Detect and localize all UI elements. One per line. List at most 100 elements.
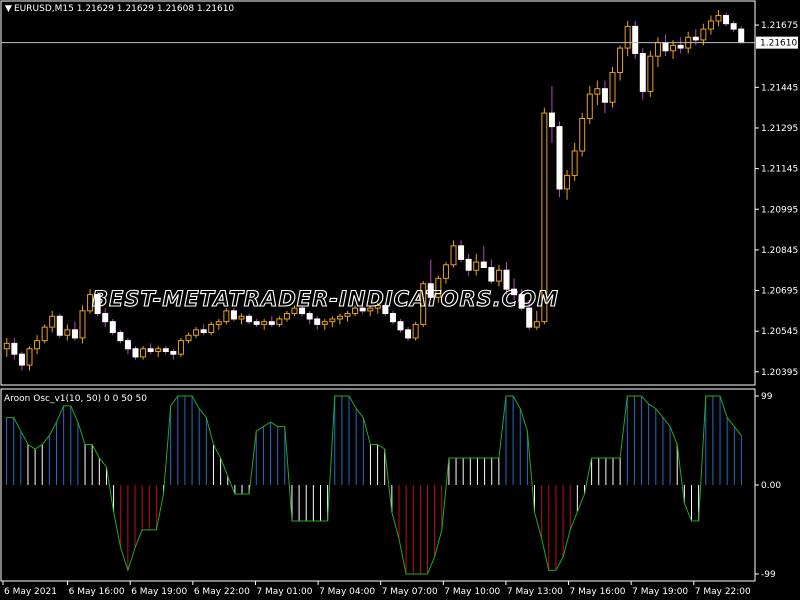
candle-body bbox=[306, 313, 313, 320]
candle-body bbox=[140, 348, 147, 358]
candle-body bbox=[109, 321, 116, 334]
candle-body bbox=[329, 318, 336, 323]
candle-body bbox=[26, 348, 33, 366]
candle-body bbox=[162, 348, 169, 352]
price-tick-label: 1.20395 bbox=[761, 368, 798, 378]
candle-body bbox=[586, 93, 593, 119]
candle-body bbox=[185, 334, 192, 342]
candle-body bbox=[397, 321, 404, 331]
price-tick-label: 1.20845 bbox=[761, 246, 798, 256]
candle-body bbox=[56, 315, 63, 336]
candle-body bbox=[654, 42, 661, 57]
candle-body bbox=[283, 313, 290, 320]
candle-body bbox=[208, 323, 215, 334]
candle-body bbox=[64, 329, 71, 336]
candle-body bbox=[49, 315, 56, 328]
candle-body bbox=[488, 267, 495, 282]
candle-body bbox=[261, 321, 268, 325]
price-tick-label: 1.20545 bbox=[761, 327, 798, 337]
time-axis: 6 May 2021 6 May 16:00 6 May 19:00 6 May 22… bbox=[2, 581, 751, 597]
candle-body bbox=[609, 71, 616, 103]
trading-chart[interactable]: 1.21610 ▼ EURUSD,M15 1.21629 1.21629 1.2… bbox=[0, 0, 800, 600]
candle-body bbox=[405, 329, 412, 339]
candle-body bbox=[11, 342, 18, 355]
candle-body bbox=[155, 348, 162, 352]
osc-tick-label: -99 bbox=[761, 570, 776, 580]
time-tick-label: 6 May 2021 bbox=[4, 587, 57, 597]
candle-body bbox=[336, 315, 343, 320]
candle-body bbox=[200, 329, 207, 334]
candle-body bbox=[738, 28, 745, 44]
candle-body bbox=[556, 126, 563, 190]
time-tick-label: 7 May 16:00 bbox=[570, 587, 626, 597]
candle-body bbox=[662, 42, 669, 52]
candle-body bbox=[18, 353, 25, 366]
time-tick-label: 7 May 19:00 bbox=[632, 587, 688, 597]
candle-body bbox=[670, 44, 677, 52]
candle-body bbox=[117, 332, 124, 342]
candle-body bbox=[193, 329, 200, 336]
watermark: BEST-METATRADER-INDICATORS.COM bbox=[92, 287, 559, 311]
candle-body bbox=[465, 258, 472, 271]
candle-body bbox=[321, 321, 328, 325]
candle-body bbox=[632, 25, 639, 54]
candle-body bbox=[147, 348, 154, 352]
current-price-label: 1.21610 bbox=[760, 39, 797, 49]
candle-body bbox=[548, 112, 555, 128]
time-tick-label: 7 May 22:00 bbox=[695, 587, 751, 597]
candle-body bbox=[579, 117, 586, 152]
candle-body bbox=[71, 329, 78, 339]
candle-body bbox=[617, 47, 624, 73]
time-tick-label: 7 May 04:00 bbox=[319, 587, 375, 597]
candle-body bbox=[700, 28, 707, 41]
oscillator-axis: 99 0.00 -99 bbox=[755, 392, 781, 580]
candle-body bbox=[647, 55, 654, 92]
candle-body bbox=[41, 326, 48, 342]
candle-body bbox=[707, 20, 714, 30]
candle-body bbox=[480, 261, 487, 269]
candlestick-series bbox=[3, 10, 745, 371]
candle-body bbox=[571, 150, 578, 176]
candle-body bbox=[79, 310, 86, 339]
candle-body bbox=[473, 261, 480, 271]
candle-body bbox=[246, 315, 253, 323]
candle-body bbox=[450, 245, 457, 266]
candle-body bbox=[533, 321, 540, 328]
candle-body bbox=[314, 318, 321, 325]
candle-body bbox=[34, 340, 41, 350]
candle-body bbox=[230, 310, 237, 320]
candle-body bbox=[389, 313, 396, 323]
candle-body bbox=[639, 52, 646, 92]
candle-body bbox=[223, 310, 230, 323]
time-tick-label: 7 May 13:00 bbox=[507, 587, 563, 597]
price-tick-label: 1.21445 bbox=[761, 83, 798, 93]
aroon-oscillator-series bbox=[6, 395, 742, 575]
price-tick-label: 1.21675 bbox=[761, 21, 798, 31]
candle-body bbox=[3, 342, 10, 350]
candle-body bbox=[238, 315, 245, 320]
candle-body bbox=[624, 25, 631, 49]
candle-body bbox=[723, 15, 730, 25]
candle-body bbox=[594, 88, 601, 95]
candle-body bbox=[412, 323, 419, 339]
dropdown-triangle-icon[interactable]: ▼ bbox=[5, 4, 12, 14]
candle-body bbox=[268, 321, 275, 325]
candle-body bbox=[715, 15, 722, 22]
time-tick-label: 6 May 22:00 bbox=[194, 587, 250, 597]
time-tick-label: 6 May 19:00 bbox=[131, 587, 187, 597]
candle-body bbox=[344, 313, 351, 317]
oscillator-outline bbox=[6, 395, 742, 575]
candle-body bbox=[495, 269, 502, 282]
time-tick-label: 7 May 10:00 bbox=[444, 587, 500, 597]
candle-body bbox=[170, 350, 177, 355]
price-tick-label: 1.21295 bbox=[761, 124, 798, 134]
candle-body bbox=[253, 321, 260, 325]
time-tick-label: 7 May 01:00 bbox=[256, 587, 312, 597]
time-tick-label: 7 May 07:00 bbox=[382, 587, 438, 597]
candle-body bbox=[730, 23, 737, 30]
candle-body bbox=[215, 321, 222, 325]
price-tick-label: 1.20995 bbox=[761, 205, 798, 215]
candle-body bbox=[177, 340, 184, 355]
osc-tick-label: 0.00 bbox=[761, 481, 781, 491]
candle-body bbox=[102, 313, 109, 323]
